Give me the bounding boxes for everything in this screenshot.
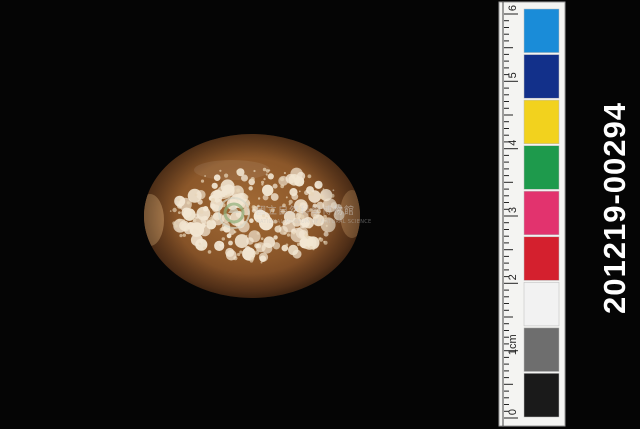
ruler-label: 6 — [507, 5, 519, 11]
color-patch — [523, 282, 560, 327]
museum-logo — [218, 197, 250, 229]
ruler-label: 5 — [507, 72, 519, 78]
ruler-label: 0 — [507, 409, 519, 415]
color-patch — [523, 8, 560, 53]
color-patch — [523, 145, 560, 190]
watermark-subtitle: NATIONAL MUSEUM OF NATURAL SCIENCE — [256, 219, 372, 225]
color-patch — [523, 54, 560, 99]
ruler-label: 4 — [507, 140, 519, 146]
ruler-label: 2 — [507, 274, 519, 280]
ruler-label: 3 — [507, 207, 519, 213]
watermark-title: 國立自然科學博物館 — [256, 206, 355, 217]
specimen-id-label: 201219-00294 — [597, 102, 632, 314]
color-patch — [523, 373, 560, 418]
color-chart — [523, 8, 560, 418]
ruler-label: 1cm — [507, 334, 519, 355]
color-patch — [523, 236, 560, 281]
color-patch — [523, 327, 560, 372]
color-patch — [523, 190, 560, 236]
color-patch — [523, 99, 560, 144]
scale-bar: 0 1cm 2 3 4 5 6 — [498, 1, 566, 427]
